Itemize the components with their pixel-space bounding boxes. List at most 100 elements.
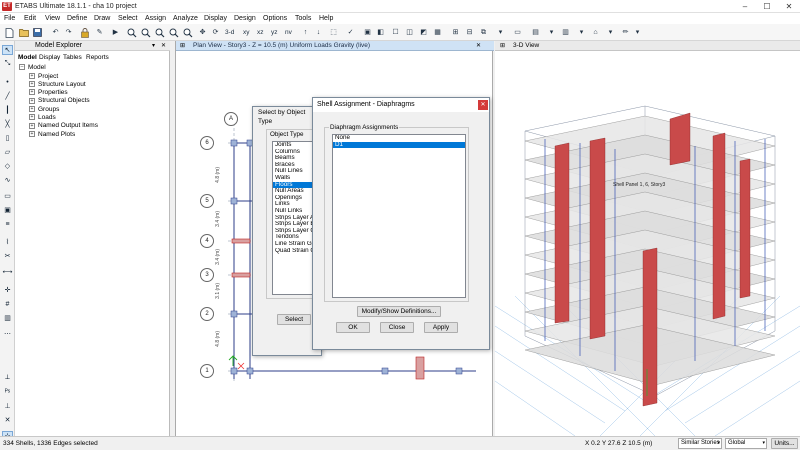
coordinate-system-dropdown[interactable]: Global ▾ — [725, 438, 767, 449]
rubber-band-icon[interactable]: ⬚ — [328, 27, 339, 38]
3d-view-window[interactable]: ⊞ 3-D View Shell Panel 1, 6, Story3 — [495, 41, 800, 436]
select-button[interactable]: Select — [277, 314, 311, 325]
tree-item-named-output-items[interactable]: + Named Output Items — [29, 122, 98, 130]
grid-options-icon[interactable]: ▾ — [495, 27, 506, 38]
ok-button[interactable]: OK — [336, 322, 370, 333]
menu-select[interactable]: Select — [118, 13, 137, 24]
expand-icon[interactable]: + — [29, 114, 35, 121]
menu-assign[interactable]: Assign — [145, 13, 166, 24]
arrow-up-icon[interactable]: ↑ — [300, 27, 311, 38]
draw-rect-area-icon[interactable]: ▭ — [2, 191, 13, 201]
minimize-button[interactable]: – — [735, 0, 755, 13]
tree-item-named-plots[interactable]: + Named Plots — [29, 131, 75, 139]
expand-icon[interactable]: + — [29, 105, 35, 112]
zoom-window-icon[interactable] — [154, 27, 165, 38]
draw-link-icon[interactable]: ∿ — [2, 175, 13, 185]
close-window-button[interactable]: ✕ — [779, 0, 799, 13]
tree-item-project[interactable]: + Project — [29, 73, 58, 81]
clear-selection-icon[interactable]: ☐ — [390, 27, 401, 38]
table-icon[interactable]: ▥ — [560, 27, 571, 38]
tab-tables[interactable]: Tables — [63, 53, 82, 62]
zoom-out-icon[interactable] — [126, 27, 137, 38]
modify-show-definitions-button[interactable]: Modify/Show Definitions... — [357, 306, 441, 317]
redo-icon[interactable]: ↷ — [63, 27, 74, 38]
check-icon[interactable]: ✓ — [345, 27, 356, 38]
menu-design[interactable]: Design — [234, 13, 256, 24]
building-down-icon[interactable]: ▾ — [605, 27, 616, 38]
expand-icon[interactable]: + — [29, 97, 35, 104]
view-3d-button[interactable]: 3-d — [225, 28, 234, 37]
menu-help[interactable]: Help — [319, 13, 333, 24]
view-xy-button[interactable]: xy — [243, 28, 250, 37]
draw-design-strip-icon[interactable]: ⋯ — [2, 329, 13, 339]
view-xz-button[interactable]: xz — [257, 28, 264, 37]
panel-toggle-icon[interactable]: ▭ — [512, 27, 523, 38]
draw-tendon-icon[interactable]: ⌇ — [2, 237, 13, 247]
tab-reports[interactable]: Reports — [86, 53, 109, 62]
open-folder-icon[interactable] — [18, 27, 29, 38]
run-analysis-icon[interactable]: ▶ — [110, 27, 121, 38]
zoom-previous-icon[interactable] — [182, 27, 193, 38]
expand-icon[interactable]: + — [29, 122, 35, 129]
display-frame-icon[interactable]: ⊟ — [464, 27, 475, 38]
select-previous-icon[interactable]: ◧ — [375, 27, 386, 38]
display-undeformed-icon[interactable]: ⊞ — [450, 27, 461, 38]
tree-item-groups[interactable]: + Groups — [29, 106, 59, 114]
menu-draw[interactable]: Draw — [94, 13, 110, 24]
pin-icon[interactable]: ▾ — [152, 41, 155, 51]
draw-column-icon[interactable]: ┃ — [2, 105, 13, 115]
undo-icon[interactable]: ↶ — [50, 27, 61, 38]
draw-section-cut-icon[interactable]: ✂ — [2, 251, 13, 261]
similar-stories-dropdown[interactable]: Similar Stories ▾ — [678, 438, 722, 449]
new-file-icon[interactable] — [4, 27, 15, 38]
snap-ps-icon[interactable]: ᴾˢ — [2, 387, 13, 397]
pencil-icon[interactable]: ✎ — [94, 27, 105, 38]
extrude-icon[interactable]: ◩ — [418, 27, 429, 38]
draw-wall-icon[interactable]: ▯ — [2, 133, 13, 143]
collapse-icon[interactable]: – — [19, 64, 25, 71]
menu-display[interactable]: Display — [204, 13, 227, 24]
etabs-app-icon[interactable]: ET — [2, 2, 12, 11]
draw-joint-icon[interactable]: • — [2, 77, 13, 87]
tree-item-properties[interactable]: + Properties — [29, 89, 68, 97]
snap-intersection-icon[interactable]: ✕ — [2, 415, 13, 425]
menu-define[interactable]: Define — [67, 13, 87, 24]
snap-ends-icon[interactable]: ⟂ — [2, 373, 13, 383]
close-panel-icon[interactable]: ✕ — [161, 41, 166, 51]
reshape-icon[interactable]: ⤡ — [2, 59, 13, 69]
view-yz-button[interactable]: yz — [271, 28, 278, 37]
object-shrink-icon[interactable]: ◫ — [404, 27, 415, 38]
apply-button[interactable]: Apply — [424, 322, 458, 333]
list-item[interactable]: None — [333, 135, 465, 142]
plan-view-tab[interactable]: ⊞ Plan View - Story3 - Z = 10.5 (m) Unif… — [176, 41, 494, 51]
lock-icon[interactable] — [79, 27, 90, 38]
menu-edit[interactable]: Edit — [24, 13, 36, 24]
menu-options[interactable]: Options — [263, 13, 287, 24]
zoom-in-icon[interactable] — [140, 27, 151, 38]
refresh-icon[interactable]: ⟳ — [210, 27, 221, 38]
units-button[interactable]: Units... — [771, 438, 798, 449]
draw-grid-icon[interactable]: # — [2, 299, 13, 309]
story-icon[interactable]: ▤ — [530, 27, 541, 38]
tree-item-loads[interactable]: + Loads — [29, 114, 56, 122]
pan-icon[interactable]: ✥ — [197, 27, 208, 38]
close-view-icon[interactable]: ✕ — [476, 41, 481, 51]
draw-reference-point-icon[interactable]: ✛ — [2, 285, 13, 295]
zoom-extent-icon[interactable] — [168, 27, 179, 38]
arrow-down-icon[interactable]: ↓ — [313, 27, 324, 38]
maximize-button[interactable]: ☐ — [757, 0, 777, 13]
expand-icon[interactable]: + — [29, 130, 35, 137]
menu-view[interactable]: View — [45, 13, 60, 24]
menu-tools[interactable]: Tools — [295, 13, 311, 24]
set-display-icon[interactable]: ▦ — [432, 27, 443, 38]
shell-assignment-dialog[interactable]: Shell Assignment - Diaphragms ✕ Diaphrag… — [312, 97, 490, 350]
diaphragm-list[interactable]: None D1 — [332, 134, 466, 298]
building-icon[interactable]: ⌂ — [590, 27, 601, 38]
color-pen-down-icon[interactable]: ▾ — [632, 27, 643, 38]
save-icon[interactable] — [32, 27, 43, 38]
pin-icon[interactable]: ⊞ — [500, 41, 505, 51]
select-all-icon[interactable]: ▣ — [362, 27, 373, 38]
pointer-icon[interactable]: ↖ — [2, 45, 13, 55]
close-button[interactable]: Close — [380, 322, 414, 333]
expand-icon[interactable]: + — [29, 72, 35, 79]
